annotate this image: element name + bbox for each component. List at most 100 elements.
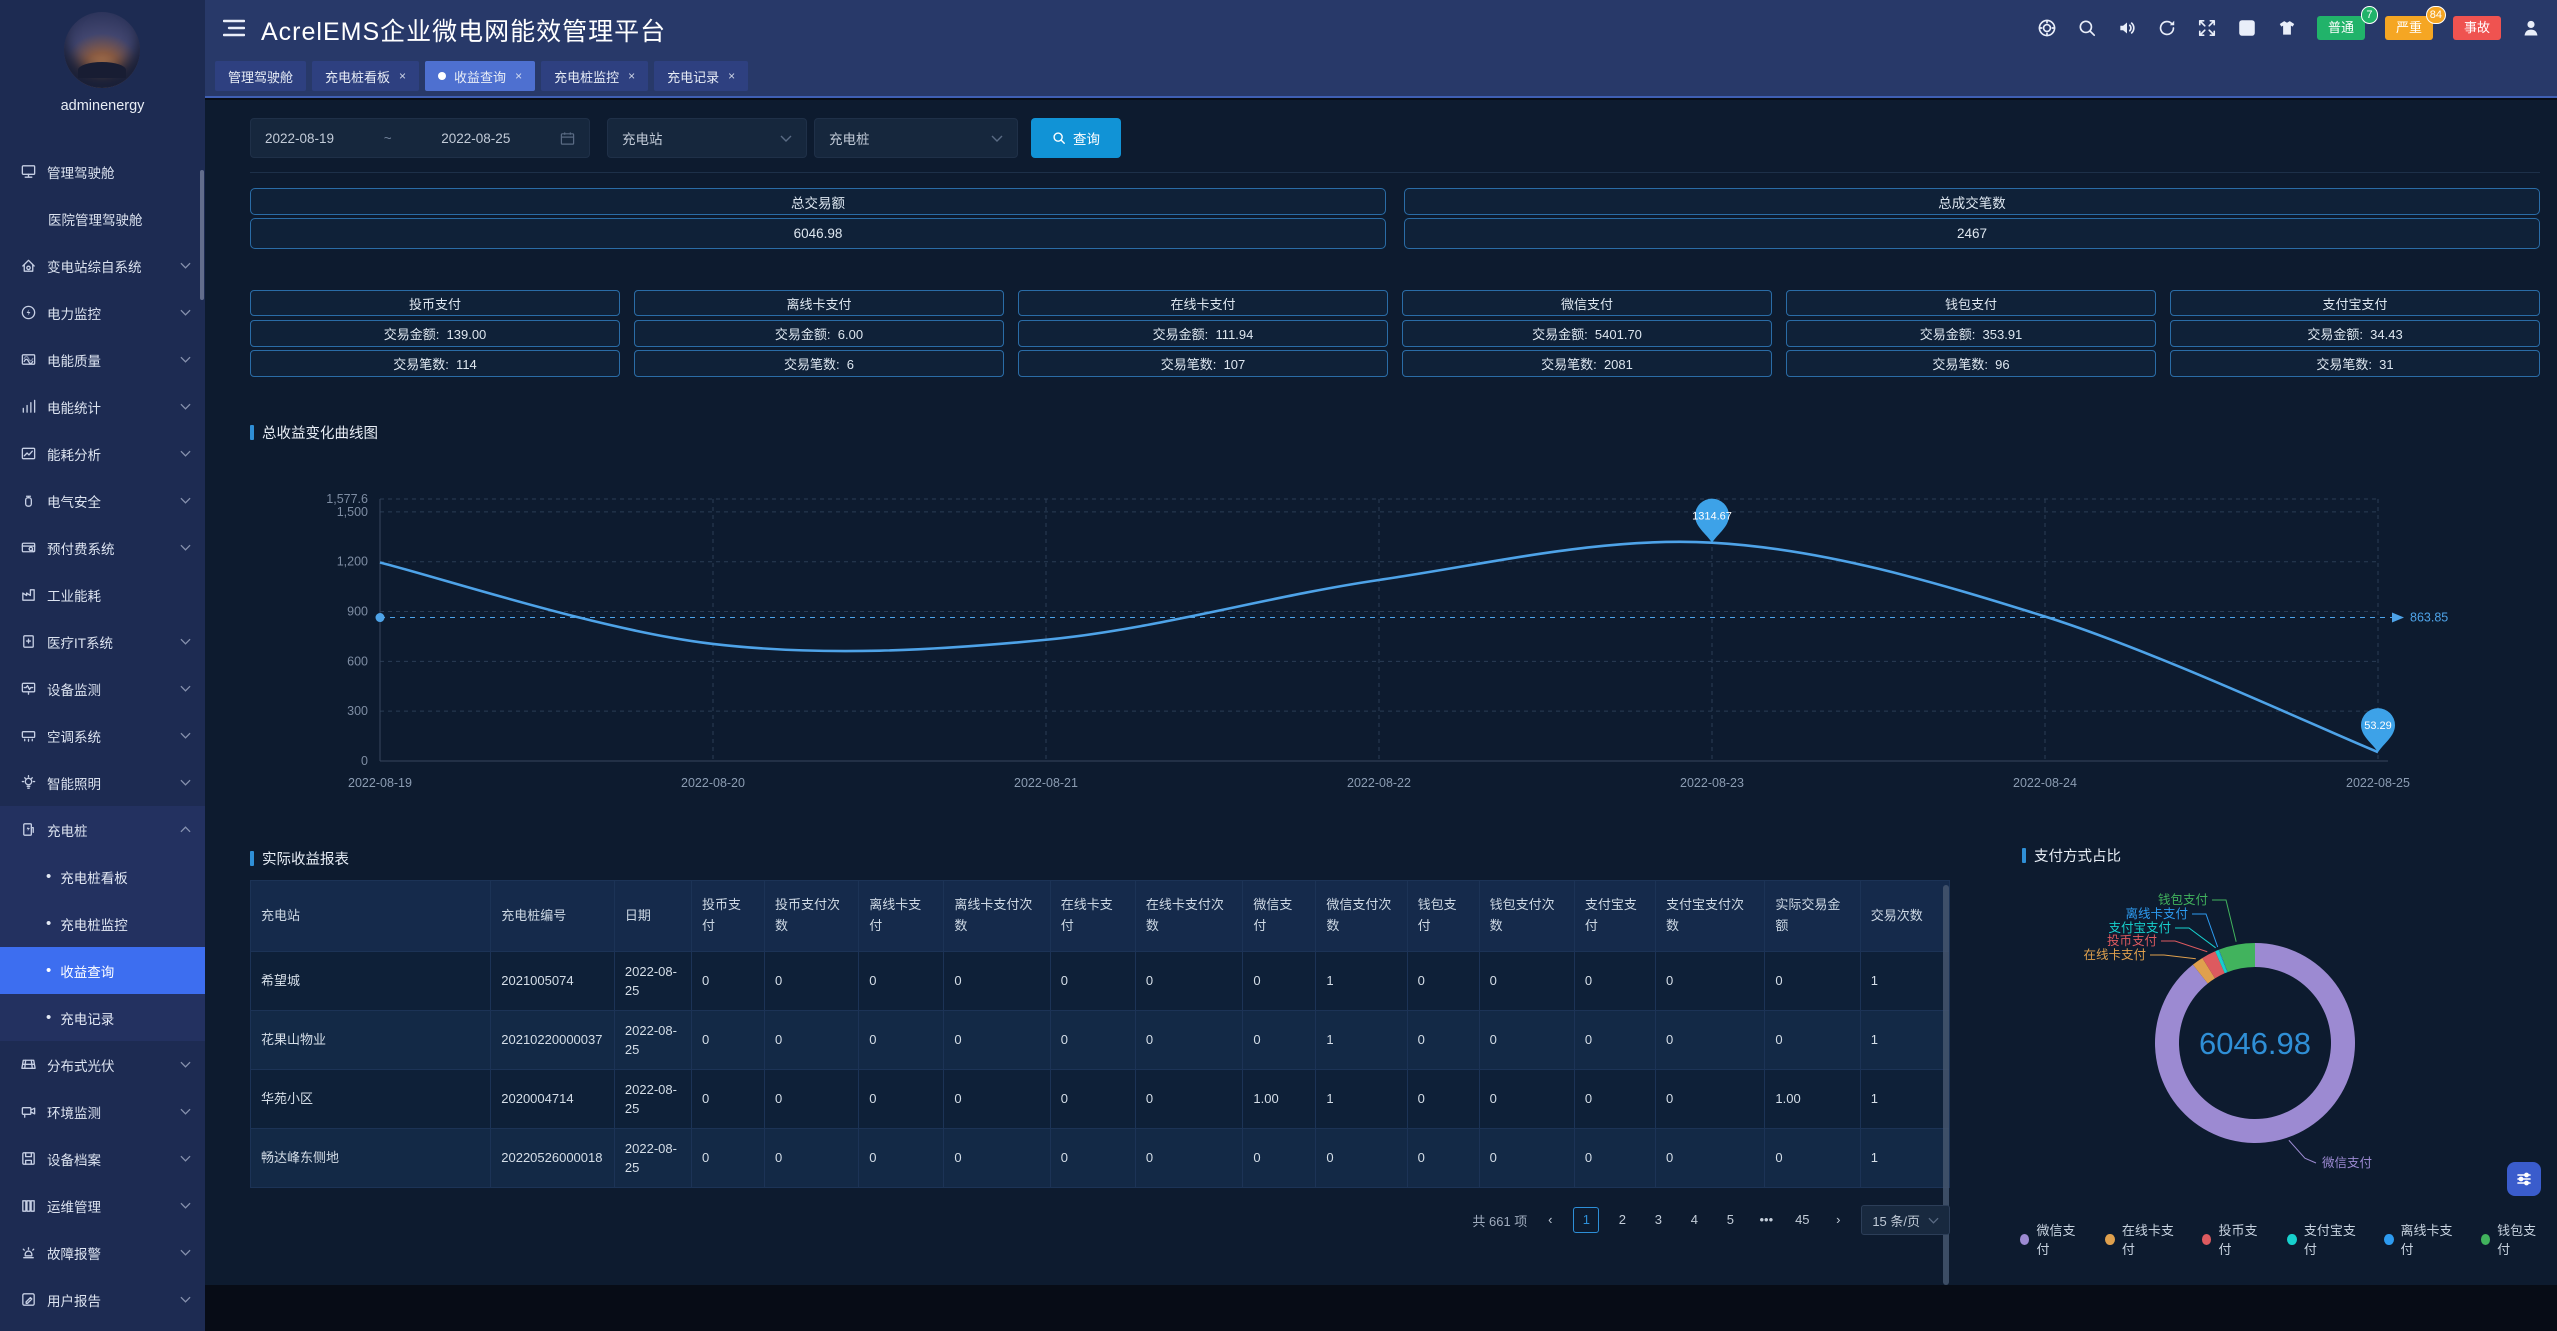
svg-text:0: 0 <box>361 754 368 768</box>
tab-close-icon[interactable]: × <box>628 69 635 83</box>
pile-select-value: 充电桩 <box>829 128 870 148</box>
pile-select[interactable]: 充电桩 <box>814 118 1018 158</box>
sidebar-item-电能统计[interactable]: 电能统计 <box>0 383 205 430</box>
sidebar-subitem-收益查询[interactable]: •收益查询 <box>0 947 205 994</box>
search-icon[interactable] <box>2077 18 2097 38</box>
table-cell: 0 <box>1243 1011 1316 1070</box>
prev-page-button[interactable]: ‹ <box>1537 1207 1563 1233</box>
table-row: 花果山物业202102200000372022-08-2500000001000… <box>251 1011 1950 1070</box>
sidebar-item-设备监测[interactable]: 设备监测 <box>0 665 205 712</box>
tab-充电桩看板[interactable]: 充电桩看板× <box>312 61 419 91</box>
donut-center-total: 6046.98 <box>2199 1026 2311 1061</box>
table-cell: 0 <box>1655 1129 1764 1188</box>
tab-收益查询[interactable]: 收益查询× <box>425 61 535 91</box>
page-button-3[interactable]: 3 <box>1645 1207 1671 1233</box>
tab-close-icon[interactable]: × <box>728 69 735 83</box>
tab-充电记录[interactable]: 充电记录× <box>654 61 748 91</box>
settings-float-button[interactable] <box>2507 1162 2541 1196</box>
svg-text:2022-08-24: 2022-08-24 <box>2013 776 2077 790</box>
tab-label: 管理驾驶舱 <box>228 67 293 86</box>
sidebar-item-用户报告[interactable]: 用户报告 <box>0 1276 205 1323</box>
sidebar-item-医疗IT系统[interactable]: 医疗IT系统 <box>0 618 205 665</box>
sidebar-subitem-充电桩监控[interactable]: •充电桩监控 <box>0 900 205 947</box>
table-cell: 0 <box>1407 1011 1479 1070</box>
user-icon[interactable] <box>2521 18 2541 38</box>
sidebar-item-医院管理驾驶舱[interactable]: 医院管理驾驶舱 <box>0 195 205 242</box>
page-button-1[interactable]: 1 <box>1573 1207 1599 1233</box>
table-cell: 0 <box>1765 1011 1860 1070</box>
page-button-45[interactable]: 45 <box>1789 1207 1815 1233</box>
translate-icon[interactable]: A <box>2237 18 2257 38</box>
sidebar-item-运维管理[interactable]: 运维管理 <box>0 1182 205 1229</box>
legend-item-投币支付[interactable]: 投币支付 <box>2202 1220 2263 1258</box>
page-size-select[interactable]: 15 条/页 <box>1861 1205 1950 1235</box>
tab-close-icon[interactable]: × <box>515 69 522 83</box>
fullscreen-icon[interactable] <box>2197 18 2217 38</box>
page-title: AcrelEMS企业微电网能效管理平台 <box>261 12 666 48</box>
sidebar-item-分布式光伏[interactable]: 分布式光伏 <box>0 1041 205 1088</box>
sound-icon[interactable] <box>2117 18 2137 38</box>
table-cell: 0 <box>1574 1011 1655 1070</box>
collapse-menu-icon[interactable] <box>223 18 245 38</box>
table-cell: 1.00 <box>1765 1070 1860 1129</box>
table-cell: 0 <box>691 1129 764 1188</box>
page-button-2[interactable]: 2 <box>1609 1207 1635 1233</box>
tab-管理驾驶舱[interactable]: 管理驾驶舱 <box>215 61 306 91</box>
alarm-badge-accident[interactable]: 事故 <box>2453 16 2501 40</box>
sidebar-item-环境监测[interactable]: 环境监测 <box>0 1088 205 1135</box>
sidebar-item-变电站综自系统[interactable]: 变电站综自系统 <box>0 242 205 289</box>
sidebar-item-预付费系统[interactable]: 预付费系统 <box>0 524 205 571</box>
legend-item-微信支付[interactable]: 微信支付 <box>2020 1220 2081 1258</box>
sidebar-item-故障报警[interactable]: 故障报警 <box>0 1229 205 1276</box>
medical-icon <box>20 633 37 650</box>
legend-item-钱包支付[interactable]: 钱包支付 <box>2481 1220 2542 1258</box>
sidebar-item-工业能耗[interactable]: 工业能耗 <box>0 571 205 618</box>
sidebar-item-智能照明[interactable]: 智能照明 <box>0 759 205 806</box>
table-column-header: 微信支付次数 <box>1316 881 1407 952</box>
theme-shirt-icon[interactable] <box>2277 18 2297 38</box>
sidebar: adminenergy 管理驾驶舱医院管理驾驶舱变电站综自系统电力监控电能质量电… <box>0 0 205 1331</box>
alarm-badge-normal[interactable]: 普通7 <box>2317 16 2365 40</box>
sidebar-item-设备档案[interactable]: 设备档案 <box>0 1135 205 1182</box>
table-cell: 2022-08-25 <box>614 1011 691 1070</box>
refresh-icon[interactable] <box>2157 18 2177 38</box>
sidebar-item-label: 设备监测 <box>47 679 101 699</box>
table-cell: 0 <box>691 952 764 1011</box>
revenue-table: 充电站充电桩编号日期投币支付投币支付次数离线卡支付离线卡支付次数在线卡支付在线卡… <box>250 880 1950 1188</box>
tab-充电桩监控[interactable]: 充电桩监控× <box>541 61 648 91</box>
chevron-down-icon <box>180 779 191 786</box>
sidebar-item-电力监控[interactable]: 电力监控 <box>0 289 205 336</box>
sidebar-item-充电桩[interactable]: 充电桩 <box>0 806 205 853</box>
legend-item-支付宝支付[interactable]: 支付宝支付 <box>2287 1220 2360 1258</box>
ring-icon[interactable] <box>2037 18 2057 38</box>
avatar[interactable] <box>64 12 140 88</box>
sidebar-scrollbar[interactable] <box>200 170 204 300</box>
sidebar-item-label: 管理驾驶舱 <box>47 162 115 182</box>
table-cell: 0 <box>1574 1129 1655 1188</box>
svg-text:2022-08-22: 2022-08-22 <box>1347 776 1411 790</box>
alarm-badge-severe[interactable]: 严重84 <box>2385 16 2433 40</box>
page-button-4[interactable]: 4 <box>1681 1207 1707 1233</box>
date-range-input[interactable]: 2022-08-19 ~ 2022-08-25 <box>250 118 590 158</box>
sidebar-item-能耗分析[interactable]: 能耗分析 <box>0 430 205 477</box>
legend-item-在线卡支付[interactable]: 在线卡支付 <box>2105 1220 2178 1258</box>
sidebar-item-电气安全[interactable]: 电气安全 <box>0 477 205 524</box>
page-ellipsis[interactable]: ••• <box>1753 1207 1779 1233</box>
table-cell: 2022-08-25 <box>614 1070 691 1129</box>
sidebar-item-系统运行[interactable]: 系统运行 <box>0 1323 205 1331</box>
search-button[interactable]: 查询 <box>1031 118 1121 158</box>
table-cell: 畅达峰东侧地 <box>251 1129 491 1188</box>
sidebar-item-电能质量[interactable]: 电能质量 <box>0 336 205 383</box>
station-select[interactable]: 充电站 <box>607 118 807 158</box>
sidebar-item-空调系统[interactable]: 空调系统 <box>0 712 205 759</box>
legend-item-离线卡支付[interactable]: 离线卡支付 <box>2384 1220 2457 1258</box>
sidebar-subitem-充电记录[interactable]: •充电记录 <box>0 994 205 1041</box>
main-content: 2022-08-19 ~ 2022-08-25 充电站 充电桩 查询 <box>205 100 2557 1285</box>
page-button-5[interactable]: 5 <box>1717 1207 1743 1233</box>
donut-callout-label: 微信支付 <box>2322 1156 2372 1170</box>
sidebar-item-label: 电能质量 <box>47 350 101 370</box>
next-page-button[interactable]: › <box>1825 1207 1851 1233</box>
sidebar-subitem-充电桩看板[interactable]: •充电桩看板 <box>0 853 205 900</box>
sidebar-item-管理驾驶舱[interactable]: 管理驾驶舱 <box>0 148 205 195</box>
tab-close-icon[interactable]: × <box>399 69 406 83</box>
